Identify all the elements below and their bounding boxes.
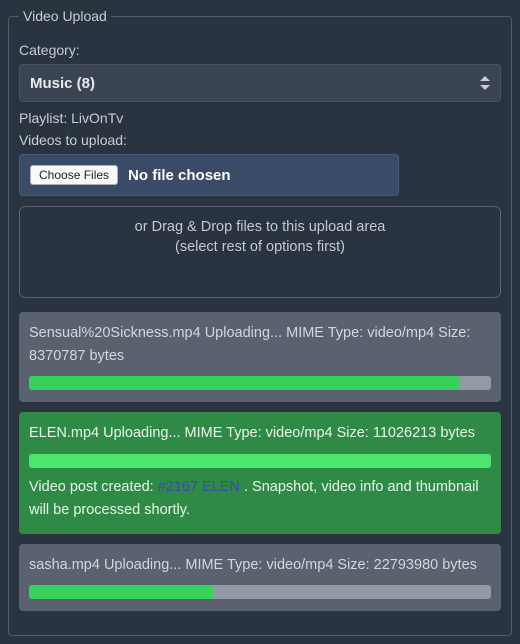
upload-item: ELEN.mp4 Uploading... MIME Type: video/m…	[19, 412, 501, 534]
dropzone-subtext: (select rest of options first)	[175, 239, 345, 255]
progress-fill	[29, 454, 491, 468]
upload-item-text: sasha.mp4 Uploading... MIME Type: video/…	[29, 554, 491, 577]
file-input[interactable]: Choose Files No file chosen	[19, 154, 399, 196]
upload-item-text: Sensual%20Sickness.mp4 Uploading... MIME…	[29, 322, 491, 368]
category-select-value: Music (8)	[30, 75, 95, 92]
file-input-status: No file chosen	[128, 167, 231, 184]
upload-post-message: Video post created: #2167 ELEN . Snapsho…	[29, 476, 491, 522]
choose-files-button[interactable]: Choose Files	[30, 165, 118, 185]
chevron-updown-icon	[480, 76, 490, 90]
category-label: Category:	[19, 42, 501, 58]
post-link[interactable]: #2167 ELEN	[158, 479, 240, 495]
dropzone[interactable]: or Drag & Drop files to this upload area…	[19, 206, 501, 298]
upload-item: Sensual%20Sickness.mp4 Uploading... MIME…	[19, 312, 501, 402]
progress-bar	[29, 454, 491, 468]
post-msg-prefix: Video post created:	[29, 479, 158, 495]
video-upload-panel: Video Upload Category: Music (8) Playlis…	[8, 8, 512, 636]
dropzone-text: or Drag & Drop files to this upload area	[135, 219, 386, 235]
progress-bar	[29, 585, 491, 599]
progress-fill	[29, 585, 214, 599]
category-select[interactable]: Music (8)	[19, 64, 501, 102]
upload-item: sasha.mp4 Uploading... MIME Type: video/…	[19, 544, 501, 611]
progress-bar	[29, 376, 491, 390]
upload-item-text: ELEN.mp4 Uploading... MIME Type: video/m…	[29, 422, 491, 445]
progress-fill	[29, 376, 459, 390]
panel-legend: Video Upload	[19, 8, 111, 24]
videos-to-upload-label: Videos to upload:	[19, 132, 501, 148]
playlist-label: Playlist: LivOnTv	[19, 110, 501, 126]
